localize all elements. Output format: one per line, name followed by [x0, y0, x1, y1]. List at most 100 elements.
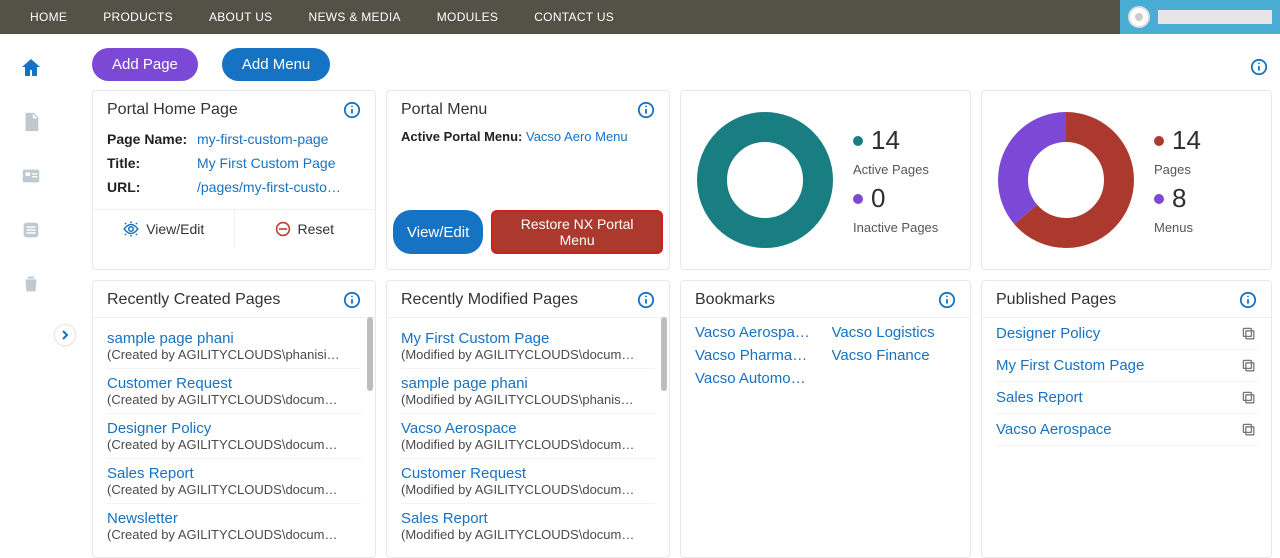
- add-menu-button[interactable]: Add Menu: [222, 48, 330, 81]
- nav-news[interactable]: NEWS & MEDIA: [308, 10, 400, 24]
- view-edit-action[interactable]: View/Edit: [93, 210, 234, 248]
- info-icon[interactable]: [343, 101, 361, 119]
- side-rail: [4, 38, 58, 304]
- info-icon[interactable]: [343, 291, 361, 309]
- stat-num: 0: [871, 183, 885, 214]
- list-item[interactable]: Newsletter(Created by AGILITYCLOUDS\docu…: [107, 504, 361, 548]
- rail-list[interactable]: [11, 210, 51, 250]
- rail-pages[interactable]: [11, 102, 51, 142]
- stat-num: 14: [1172, 125, 1201, 156]
- list-item[interactable]: sample page phani(Created by AGILITYCLOU…: [107, 324, 361, 369]
- top-nav: HOME PRODUCTS ABOUT US NEWS & MEDIA MODU…: [0, 0, 1280, 34]
- info-icon[interactable]: [637, 291, 655, 309]
- list-item-sub: (Modified by AGILITYCLOUDS\phanis…: [401, 392, 655, 407]
- list-item[interactable]: Customer Request(Created by AGILITYCLOUD…: [107, 369, 361, 414]
- list-item[interactable]: Sales Report(Modified by AGILITYCLOUDS\d…: [401, 504, 655, 548]
- published-row: Sales Report: [996, 382, 1257, 414]
- published-pages-card: Published Pages Designer PolicyMy First …: [981, 280, 1272, 558]
- list-item[interactable]: Customer Request(Modified by AGILITYCLOU…: [401, 459, 655, 504]
- published-link[interactable]: Sales Report: [996, 389, 1083, 406]
- copy-button[interactable]: [1241, 326, 1257, 342]
- active-pages-chart-card: 14 Active Pages 0 Inactive Pages: [680, 90, 971, 270]
- list-item-sub: (Created by AGILITYCLOUDS\docum…: [107, 527, 361, 542]
- bookmark-link[interactable]: Vacso Automo…: [695, 370, 820, 387]
- info-icon[interactable]: [1239, 291, 1257, 309]
- scrollbar[interactable]: [661, 317, 667, 391]
- pages-menus-chart-card: 14 Pages 8 Menus: [981, 90, 1272, 270]
- rail-expand[interactable]: [54, 324, 76, 346]
- reset-icon: [275, 221, 291, 237]
- published-link[interactable]: Vacso Aerospace: [996, 421, 1112, 438]
- list-item[interactable]: Vacso Aerospace(Modified by AGILITYCLOUD…: [401, 414, 655, 459]
- recently-modified-title: Recently Modified Pages: [401, 291, 578, 309]
- info-icon[interactable]: [938, 291, 956, 309]
- published-row: My First Custom Page: [996, 350, 1257, 382]
- published-link[interactable]: Designer Policy: [996, 325, 1100, 342]
- active-menu-value[interactable]: Vacso Aero Menu: [526, 129, 628, 144]
- list-item-link[interactable]: Sales Report: [107, 465, 194, 482]
- list-item[interactable]: Sales Report(Created by AGILITYCLOUDS\do…: [107, 459, 361, 504]
- reset-action[interactable]: Reset: [234, 210, 376, 248]
- bookmark-link[interactable]: Vacso Logistics: [832, 324, 957, 341]
- bookmark-link[interactable]: Vacso Pharma…: [695, 347, 820, 364]
- value-url[interactable]: /pages/my-first-custo…: [197, 179, 341, 195]
- list-item-link[interactable]: Customer Request: [107, 375, 232, 392]
- nav-about[interactable]: ABOUT US: [209, 10, 273, 24]
- stat-label: Menus: [1154, 220, 1201, 235]
- portal-menu-title: Portal Menu: [401, 101, 487, 119]
- copy-button[interactable]: [1241, 390, 1257, 406]
- chevron-right-icon: [60, 330, 70, 340]
- list-icon: [20, 219, 42, 241]
- add-page-button[interactable]: Add Page: [92, 48, 198, 81]
- copy-icon: [1241, 326, 1257, 342]
- avatar-icon: [1128, 6, 1150, 28]
- nav-home[interactable]: HOME: [30, 10, 67, 24]
- dashboard-grid: Portal Home Page Page Name:my-first-cust…: [92, 90, 1272, 558]
- copy-button[interactable]: [1241, 358, 1257, 374]
- list-item-link[interactable]: Newsletter: [107, 510, 178, 527]
- list-item-link[interactable]: sample page phani: [401, 375, 528, 392]
- view-icon: [122, 220, 140, 238]
- scrollbar[interactable]: [367, 317, 373, 391]
- value-page-name[interactable]: my-first-custom-page: [197, 131, 328, 147]
- list-item-sub: (Modified by AGILITYCLOUDS\docum…: [401, 527, 655, 542]
- list-item-link[interactable]: Designer Policy: [107, 420, 211, 437]
- list-item-sub: (Created by AGILITYCLOUDS\docum…: [107, 392, 361, 407]
- rail-home[interactable]: [11, 48, 51, 88]
- view-edit-menu-button[interactable]: View/Edit: [393, 210, 483, 254]
- trash-icon: [20, 273, 42, 295]
- portal-home-card: Portal Home Page Page Name:my-first-cust…: [92, 90, 376, 270]
- list-item-sub: (Modified by AGILITYCLOUDS\docum…: [401, 482, 655, 497]
- list-item[interactable]: My First Custom Page(Modified by AGILITY…: [401, 324, 655, 369]
- list-item-link[interactable]: Customer Request: [401, 465, 526, 482]
- page-info-icon[interactable]: [1250, 58, 1268, 76]
- list-item-link[interactable]: Vacso Aerospace: [401, 420, 517, 437]
- published-link[interactable]: My First Custom Page: [996, 357, 1144, 374]
- restore-menu-button[interactable]: Restore NX Portal Menu: [491, 210, 663, 254]
- stat-label: Pages: [1154, 162, 1201, 177]
- list-item-link[interactable]: sample page phani: [107, 330, 234, 347]
- list-item-link[interactable]: My First Custom Page: [401, 330, 549, 347]
- bookmark-link[interactable]: Vacso Aerospa…: [695, 324, 820, 341]
- rail-layout[interactable]: [11, 156, 51, 196]
- label-url: URL:: [107, 179, 197, 195]
- list-item[interactable]: Designer Policy(Created by AGILITYCLOUDS…: [107, 414, 361, 459]
- list-item-sub: (Created by AGILITYCLOUDS\docum…: [107, 437, 361, 452]
- copy-button[interactable]: [1241, 422, 1257, 438]
- dot-icon: [853, 136, 863, 146]
- info-icon[interactable]: [637, 101, 655, 119]
- nav-products[interactable]: PRODUCTS: [103, 10, 173, 24]
- nav-modules[interactable]: MODULES: [437, 10, 498, 24]
- copy-icon: [1241, 422, 1257, 438]
- value-title[interactable]: My First Custom Page: [197, 155, 335, 171]
- bookmark-link[interactable]: Vacso Finance: [832, 347, 957, 364]
- bookmarks-title: Bookmarks: [695, 291, 775, 309]
- portal-home-title: Portal Home Page: [107, 101, 238, 119]
- published-row: Vacso Aerospace: [996, 414, 1257, 446]
- rail-trash[interactable]: [11, 264, 51, 304]
- nav-contact[interactable]: CONTACT US: [534, 10, 614, 24]
- list-item[interactable]: sample page phani(Modified by AGILITYCLO…: [401, 369, 655, 414]
- bookmarks-card: Bookmarks Vacso Aerospa… Vacso Logistics V…: [680, 280, 971, 558]
- user-box[interactable]: [1120, 0, 1280, 34]
- list-item-link[interactable]: Sales Report: [401, 510, 488, 527]
